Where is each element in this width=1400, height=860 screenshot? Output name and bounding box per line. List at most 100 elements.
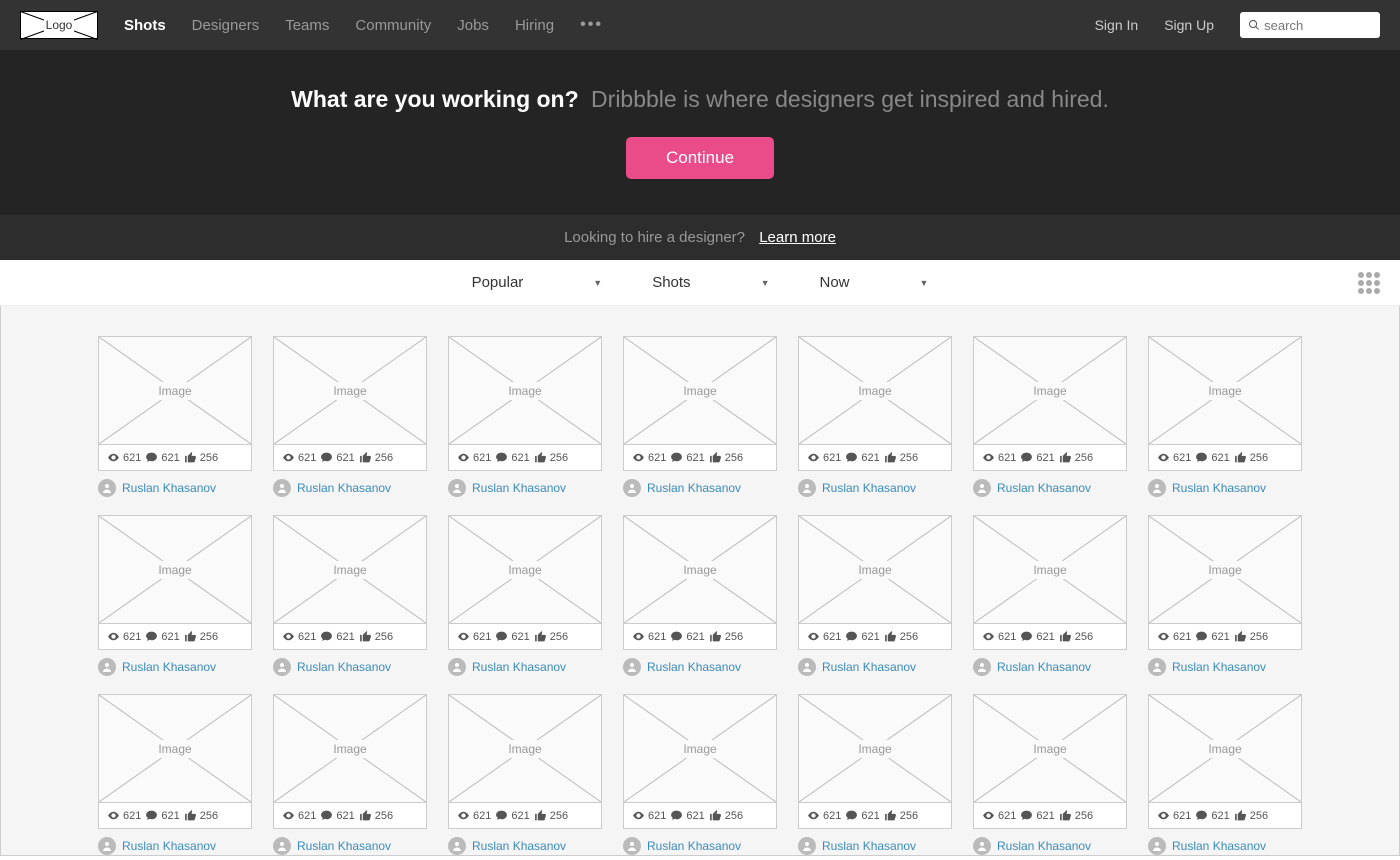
shot-thumbnail[interactable]: Image bbox=[1149, 337, 1301, 445]
author-name-link[interactable]: Ruslan Khasanov bbox=[1172, 481, 1266, 495]
shot-box[interactable]: Image 621 621 256 bbox=[798, 336, 952, 471]
grid-view-icon[interactable] bbox=[1358, 272, 1380, 294]
filter-sort[interactable]: Popular ▼ bbox=[472, 274, 603, 291]
author-name-link[interactable]: Ruslan Khasanov bbox=[122, 839, 216, 853]
hire-learn-more-link[interactable]: Learn more bbox=[759, 229, 836, 246]
shot-thumbnail[interactable]: Image bbox=[274, 516, 426, 624]
shot-box[interactable]: Image 621 621 256 bbox=[798, 694, 952, 829]
author-name-link[interactable]: Ruslan Khasanov bbox=[122, 481, 216, 495]
shot-box[interactable]: Image 621 621 256 bbox=[973, 694, 1127, 829]
author-name-link[interactable]: Ruslan Khasanov bbox=[997, 660, 1091, 674]
author-name-link[interactable]: Ruslan Khasanov bbox=[997, 839, 1091, 853]
shot-box[interactable]: Image 621 621 256 bbox=[1148, 694, 1302, 829]
shot-thumbnail[interactable]: Image bbox=[1149, 516, 1301, 624]
avatar[interactable] bbox=[623, 837, 641, 855]
shot-thumbnail[interactable]: Image bbox=[99, 516, 251, 624]
shot-thumbnail[interactable]: Image bbox=[274, 695, 426, 803]
shot-box[interactable]: Image 621 621 256 bbox=[798, 515, 952, 650]
shot-box[interactable]: Image 621 621 256 bbox=[623, 694, 777, 829]
avatar[interactable] bbox=[273, 658, 291, 676]
shot-box[interactable]: Image 621 621 256 bbox=[98, 336, 252, 471]
author-name-link[interactable]: Ruslan Khasanov bbox=[472, 660, 566, 674]
search-input[interactable] bbox=[1264, 18, 1372, 33]
shot-thumbnail[interactable]: Image bbox=[974, 695, 1126, 803]
avatar[interactable] bbox=[1148, 479, 1166, 497]
shot-box[interactable]: Image 621 621 256 bbox=[273, 515, 427, 650]
search-box[interactable] bbox=[1240, 12, 1380, 38]
shot-box[interactable]: Image 621 621 256 bbox=[98, 515, 252, 650]
shot-box[interactable]: Image 621 621 256 bbox=[98, 694, 252, 829]
nav-item-designers[interactable]: Designers bbox=[192, 17, 260, 34]
shot-thumbnail[interactable]: Image bbox=[799, 695, 951, 803]
nav-item-jobs[interactable]: Jobs bbox=[457, 17, 489, 34]
shot-box[interactable]: Image 621 621 256 bbox=[1148, 515, 1302, 650]
shot-box[interactable]: Image 621 621 256 bbox=[448, 694, 602, 829]
avatar[interactable] bbox=[98, 479, 116, 497]
logo[interactable]: Logo bbox=[20, 11, 98, 39]
signin-link[interactable]: Sign In bbox=[1095, 17, 1139, 33]
continue-button[interactable]: Continue bbox=[626, 137, 774, 179]
avatar[interactable] bbox=[973, 479, 991, 497]
shot-thumbnail[interactable]: Image bbox=[449, 695, 601, 803]
shot-thumbnail[interactable]: Image bbox=[974, 516, 1126, 624]
author-name-link[interactable]: Ruslan Khasanov bbox=[822, 660, 916, 674]
avatar[interactable] bbox=[798, 479, 816, 497]
shot-thumbnail[interactable]: Image bbox=[799, 516, 951, 624]
avatar[interactable] bbox=[798, 837, 816, 855]
shot-box[interactable]: Image 621 621 256 bbox=[623, 336, 777, 471]
shot-thumbnail[interactable]: Image bbox=[449, 516, 601, 624]
author-name-link[interactable]: Ruslan Khasanov bbox=[997, 481, 1091, 495]
author-name-link[interactable]: Ruslan Khasanov bbox=[472, 839, 566, 853]
author-name-link[interactable]: Ruslan Khasanov bbox=[472, 481, 566, 495]
avatar[interactable] bbox=[623, 479, 641, 497]
author-name-link[interactable]: Ruslan Khasanov bbox=[822, 481, 916, 495]
avatar[interactable] bbox=[1148, 658, 1166, 676]
shot-thumbnail[interactable]: Image bbox=[624, 337, 776, 445]
nav-item-community[interactable]: Community bbox=[355, 17, 431, 34]
avatar[interactable] bbox=[273, 479, 291, 497]
signup-link[interactable]: Sign Up bbox=[1164, 17, 1214, 33]
avatar[interactable] bbox=[798, 658, 816, 676]
shot-thumbnail[interactable]: Image bbox=[274, 337, 426, 445]
avatar[interactable] bbox=[623, 658, 641, 676]
avatar[interactable] bbox=[98, 837, 116, 855]
avatar[interactable] bbox=[98, 658, 116, 676]
nav-more-icon[interactable]: ••• bbox=[580, 16, 603, 34]
shot-thumbnail[interactable]: Image bbox=[99, 695, 251, 803]
shot-box[interactable]: Image 621 621 256 bbox=[448, 515, 602, 650]
shot-thumbnail[interactable]: Image bbox=[624, 695, 776, 803]
avatar[interactable] bbox=[448, 658, 466, 676]
avatar[interactable] bbox=[273, 837, 291, 855]
author-name-link[interactable]: Ruslan Khasanov bbox=[1172, 660, 1266, 674]
shot-thumbnail[interactable]: Image bbox=[799, 337, 951, 445]
shot-thumbnail[interactable]: Image bbox=[99, 337, 251, 445]
shot-box[interactable]: Image 621 621 256 bbox=[273, 694, 427, 829]
author-name-link[interactable]: Ruslan Khasanov bbox=[297, 839, 391, 853]
nav-item-hiring[interactable]: Hiring bbox=[515, 17, 554, 34]
avatar[interactable] bbox=[973, 658, 991, 676]
shot-thumbnail[interactable]: Image bbox=[974, 337, 1126, 445]
author-name-link[interactable]: Ruslan Khasanov bbox=[122, 660, 216, 674]
avatar[interactable] bbox=[1148, 837, 1166, 855]
shot-box[interactable]: Image 621 621 256 bbox=[273, 336, 427, 471]
author-name-link[interactable]: Ruslan Khasanov bbox=[647, 481, 741, 495]
shot-thumbnail[interactable]: Image bbox=[624, 516, 776, 624]
filter-time[interactable]: Now ▼ bbox=[819, 274, 928, 291]
nav-item-shots[interactable]: Shots bbox=[124, 17, 166, 34]
shot-thumbnail[interactable]: Image bbox=[449, 337, 601, 445]
avatar[interactable] bbox=[448, 479, 466, 497]
shot-box[interactable]: Image 621 621 256 bbox=[973, 336, 1127, 471]
shot-box[interactable]: Image 621 621 256 bbox=[973, 515, 1127, 650]
avatar[interactable] bbox=[448, 837, 466, 855]
author-name-link[interactable]: Ruslan Khasanov bbox=[647, 839, 741, 853]
shot-box[interactable]: Image 621 621 256 bbox=[448, 336, 602, 471]
author-name-link[interactable]: Ruslan Khasanov bbox=[822, 839, 916, 853]
nav-item-teams[interactable]: Teams bbox=[285, 17, 329, 34]
shot-box[interactable]: Image 621 621 256 bbox=[1148, 336, 1302, 471]
filter-type[interactable]: Shots ▼ bbox=[652, 274, 769, 291]
avatar[interactable] bbox=[973, 837, 991, 855]
author-name-link[interactable]: Ruslan Khasanov bbox=[297, 481, 391, 495]
shot-thumbnail[interactable]: Image bbox=[1149, 695, 1301, 803]
author-name-link[interactable]: Ruslan Khasanov bbox=[1172, 839, 1266, 853]
author-name-link[interactable]: Ruslan Khasanov bbox=[647, 660, 741, 674]
